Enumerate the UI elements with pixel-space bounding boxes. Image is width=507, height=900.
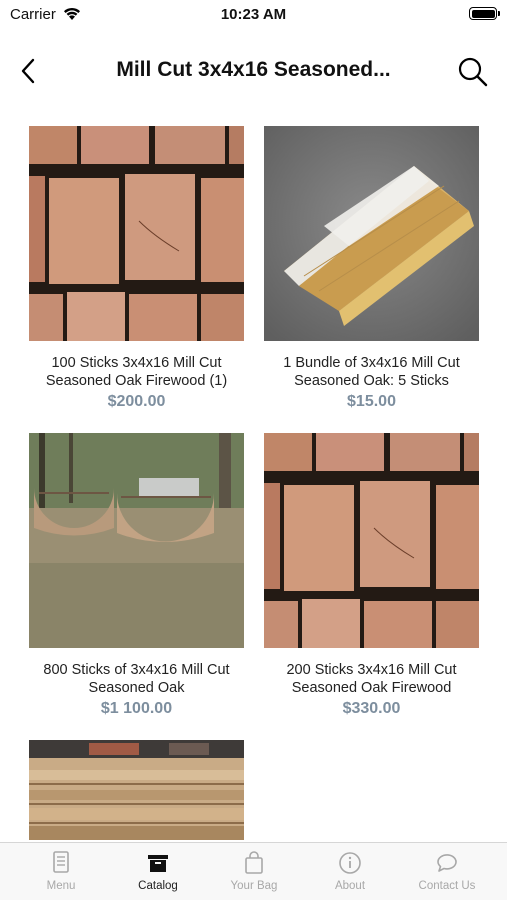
tab-your-bag[interactable]: Your Bag — [214, 851, 294, 892]
product-price: $200.00 — [107, 393, 166, 410]
product-image-stacked-wood[interactable] — [264, 433, 479, 648]
tab-label: Your Bag — [230, 880, 278, 892]
tab-label: Catalog — [138, 880, 178, 892]
search-icon[interactable] — [457, 56, 489, 88]
tab-contact-us[interactable]: Contact Us — [407, 851, 487, 892]
tab-catalog[interactable]: Catalog — [118, 851, 198, 892]
product-image-yard-wood-piles[interactable] — [29, 433, 244, 648]
product-card[interactable]: 100 Sticks 3x4x16 Mill Cut Seasoned Oak … — [29, 126, 244, 411]
product-title[interactable]: 1 Bundle of 3x4x16 Mill Cut Seasoned Oak… — [264, 354, 479, 390]
product-image-wrapped-bundle[interactable] — [264, 126, 479, 341]
page-title: Mill Cut 3x4x16 Seasoned... — [116, 58, 391, 81]
tab-about[interactable]: About — [310, 851, 390, 892]
product-card[interactable] — [29, 740, 244, 840]
back-chevron-icon[interactable] — [14, 56, 44, 86]
product-image-stacked-wood[interactable] — [29, 126, 244, 341]
product-price: $330.00 — [342, 700, 401, 717]
battery-icon — [469, 7, 500, 20]
tab-bar: Menu Catalog Your Bag About Contact Us — [0, 842, 507, 900]
product-card[interactable]: 800 Sticks of 3x4x16 Mill Cut Seasoned O… — [29, 433, 244, 718]
product-title[interactable]: 100 Sticks 3x4x16 Mill Cut Seasoned Oak … — [29, 354, 244, 390]
tab-label: Contact Us — [418, 880, 476, 892]
tab-label: Menu — [46, 880, 76, 892]
product-card[interactable]: 200 Sticks 3x4x16 Mill Cut Seasoned Oak … — [264, 433, 479, 718]
tab-menu[interactable]: Menu — [21, 851, 101, 892]
catalog-icon — [148, 855, 168, 872]
product-price: $15.00 — [347, 393, 396, 410]
status-time: 10:23 AM — [220, 6, 287, 23]
product-title[interactable]: 800 Sticks of 3x4x16 Mill Cut Seasoned O… — [29, 661, 244, 697]
tab-label: About — [334, 880, 366, 892]
product-price: $1 100.00 — [100, 700, 173, 717]
product-image-lumber-stack[interactable] — [29, 740, 244, 840]
nav-bar: Mill Cut 3x4x16 Seasoned... — [0, 44, 507, 98]
bag-icon — [245, 851, 263, 874]
product-title[interactable]: 200 Sticks 3x4x16 Mill Cut Seasoned Oak … — [264, 661, 479, 697]
status-bar: Carrier 10:23 AM — [0, 0, 507, 30]
chat-icon — [437, 854, 457, 872]
menu-icon — [53, 851, 69, 873]
product-card[interactable]: 1 Bundle of 3x4x16 Mill Cut Seasoned Oak… — [264, 126, 479, 411]
info-icon — [339, 852, 361, 874]
